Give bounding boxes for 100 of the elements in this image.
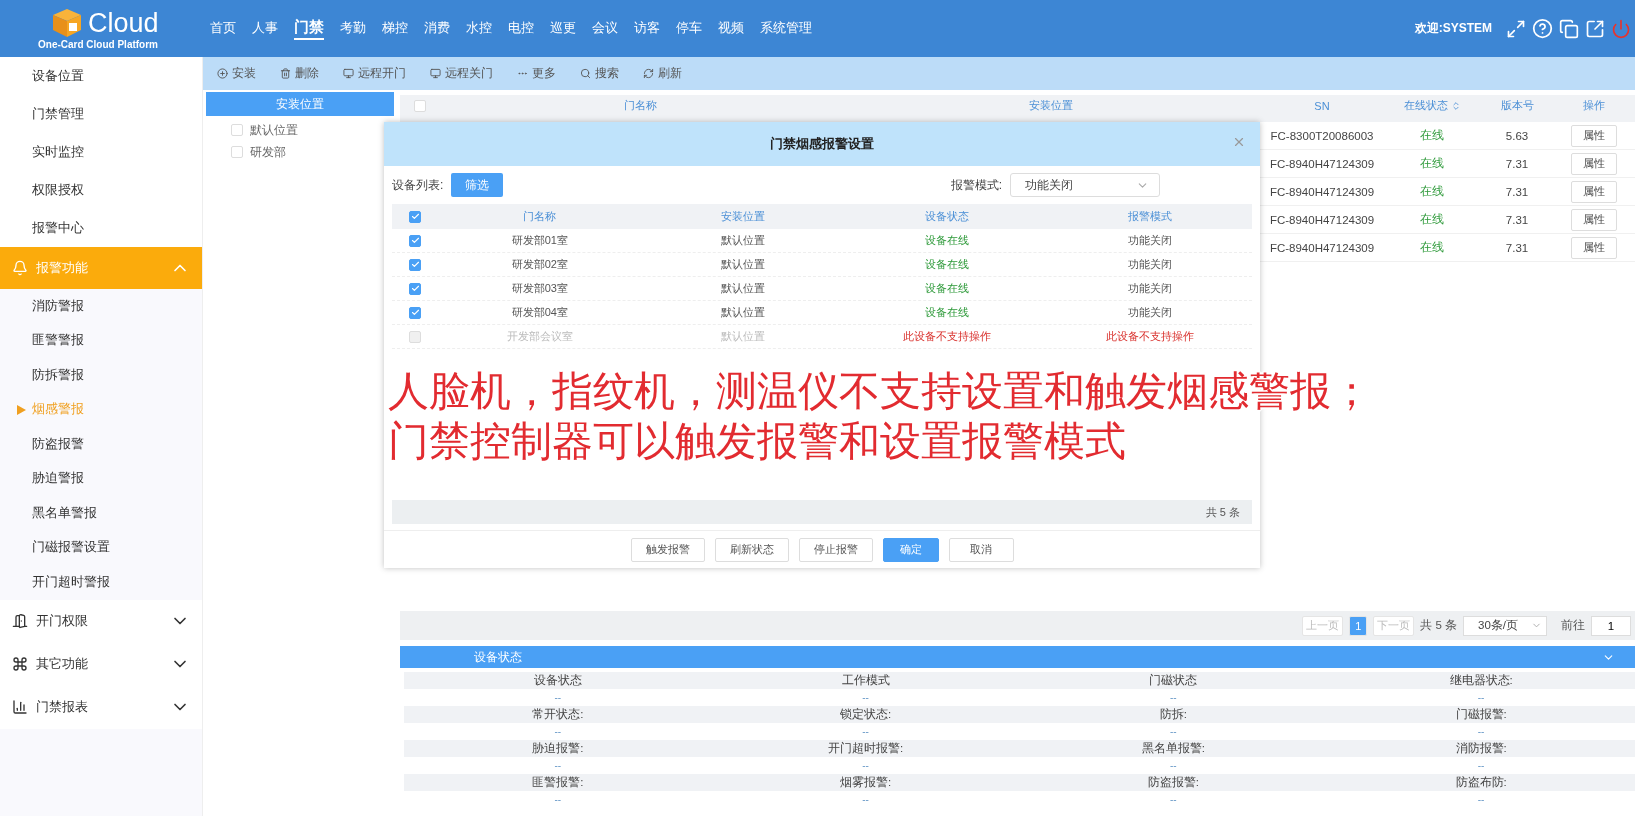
nav-item[interactable]: 巡更 [550,20,576,37]
checkbox[interactable] [409,258,421,271]
nav-item[interactable]: 电控 [508,20,534,37]
status-value: -- [553,691,563,705]
external-link-icon[interactable] [1585,18,1605,39]
table-cell: 研发部03室 [511,281,568,296]
nav-item[interactable]: 首页 [210,20,236,37]
plus-circle-icon [217,68,228,79]
table-cell: 此设备不支持操作 [902,329,991,344]
monitor-icon [430,68,441,79]
refresh-icon [643,68,654,79]
table-cell: 研发部01室 [511,233,568,248]
status-label: 继电器状态: [1327,672,1635,689]
table-cell-text: FC-8940H47124309 [1268,241,1376,254]
status-value: -- [1476,725,1486,739]
status-value: -- [553,725,563,739]
status-label: 匪警报警: [404,774,712,791]
nav-item[interactable]: 消费 [424,20,450,37]
table-cell: 默认位置 [721,257,766,272]
toolbar-button[interactable]: 安装 [217,65,256,82]
total-count: 共 5 条 [1205,504,1240,520]
nav-item[interactable]: 梯控 [382,20,408,37]
toolbar-button[interactable]: 更多 [517,65,556,82]
dialog-button[interactable]: 刷新状态 [714,537,789,562]
nav-item[interactable]: 水控 [466,20,492,37]
sort-icon[interactable] [1450,100,1461,111]
monitor-icon [343,68,354,79]
nav-item[interactable]: 会议 [592,20,618,37]
caption-text: 人脸机，指纹机，测温仪不支持设置和触发烟感警报； [388,367,1372,416]
table-cell: 设备在线 [924,257,969,272]
page-size-select[interactable]: 30条/页 [1463,615,1547,636]
status-value: -- [1169,759,1178,773]
properties-button[interactable]: 属性 [1570,152,1617,175]
checkbox[interactable] [409,282,421,295]
cube-logo-icon [50,7,84,39]
page-input[interactable]: 1 [1591,615,1631,636]
dialog-button[interactable]: 取消 [948,537,1014,562]
sidebar-group[interactable]: 其它功能 [0,642,202,686]
logo-subtitle: One-Card Cloud Platform [38,39,159,50]
status-value: -- [861,691,870,705]
sidebar-item[interactable]: 门禁管理 [0,95,202,133]
properties-button[interactable]: 属性 [1570,180,1617,203]
tree-item[interactable]: 研发部 [250,143,286,161]
status-value: -- [861,725,870,739]
alarm-mode-select[interactable]: 功能关闭 [1010,173,1160,197]
toolbar-button[interactable]: 远程开门 [343,65,406,82]
copy-icon[interactable] [1559,18,1579,39]
status-value: -- [1476,759,1486,773]
nav-item[interactable]: 考勤 [340,20,366,37]
tree-item[interactable]: 默认位置 [250,121,298,139]
toolbar-button[interactable]: 搜索 [580,65,619,82]
nav-item[interactable]: 系统管理 [760,20,812,37]
dialog-button[interactable]: 停止报警 [798,537,873,562]
status-value: -- [861,759,870,773]
column-header: SN [1314,99,1330,112]
toolbar-button[interactable]: 删除 [280,65,319,82]
triangle-icon [17,404,26,415]
dialog-button[interactable]: 触发报警 [630,537,705,562]
sidebar-item[interactable]: 权限授权 [0,171,202,209]
power-icon[interactable] [1611,18,1631,39]
checkbox[interactable] [409,234,421,247]
status-label: 门磁状态 [1019,672,1328,689]
toolbar-button[interactable]: 远程关门 [430,65,493,82]
status-label: 黑名单报警: [1019,740,1328,757]
checkbox[interactable] [409,306,421,319]
properties-button[interactable]: 属性 [1570,208,1617,231]
nav-item[interactable]: 访客 [634,20,660,37]
status-value: -- [1476,691,1486,705]
tree-header: 安装位置 [206,92,394,116]
status-label: 工作模式 [711,672,1020,689]
nav-item[interactable]: 停车 [676,20,702,37]
column-header: 版本号 [1500,98,1534,113]
field-label: 报警模式: [950,176,1002,194]
nav-item[interactable]: 门禁 [294,17,324,40]
table-cell-text: FC-8300T20086003 [1269,129,1375,142]
help-icon[interactable] [1532,18,1553,39]
table-cell: 设备在线 [924,233,969,248]
properties-button[interactable]: 属性 [1570,124,1617,147]
search-icon [580,68,591,79]
field-label: 设备列表: [392,176,444,194]
command-icon [12,656,28,672]
checkbox[interactable] [409,210,421,223]
toolbar-button[interactable]: 刷新 [643,65,682,82]
sidebar-item[interactable]: 报警中心 [0,209,202,247]
column-header: 设备状态 [924,209,969,224]
close-button[interactable] [1232,135,1246,149]
sidebar-group[interactable]: 开门权限 [0,599,202,643]
properties-button[interactable]: 属性 [1570,236,1617,259]
sidebar-item[interactable]: 实时监控 [0,133,202,171]
table-cell: 功能关闭 [1128,257,1173,272]
sidebar-group[interactable]: 门禁报表 [0,685,202,729]
fullscreen-icon[interactable] [1506,18,1526,39]
nav-item[interactable]: 人事 [252,20,278,37]
table-cell: 此设备不支持操作 [1106,329,1195,344]
table-cell-text: 7.31 [1504,185,1530,198]
nav-item[interactable]: 视频 [718,20,744,37]
table-cell: 默认位置 [721,329,766,344]
table-cell-text: 7.31 [1504,213,1530,226]
sidebar-item[interactable]: 设备位置 [0,57,202,95]
table-cell: 功能关闭 [1128,233,1173,248]
